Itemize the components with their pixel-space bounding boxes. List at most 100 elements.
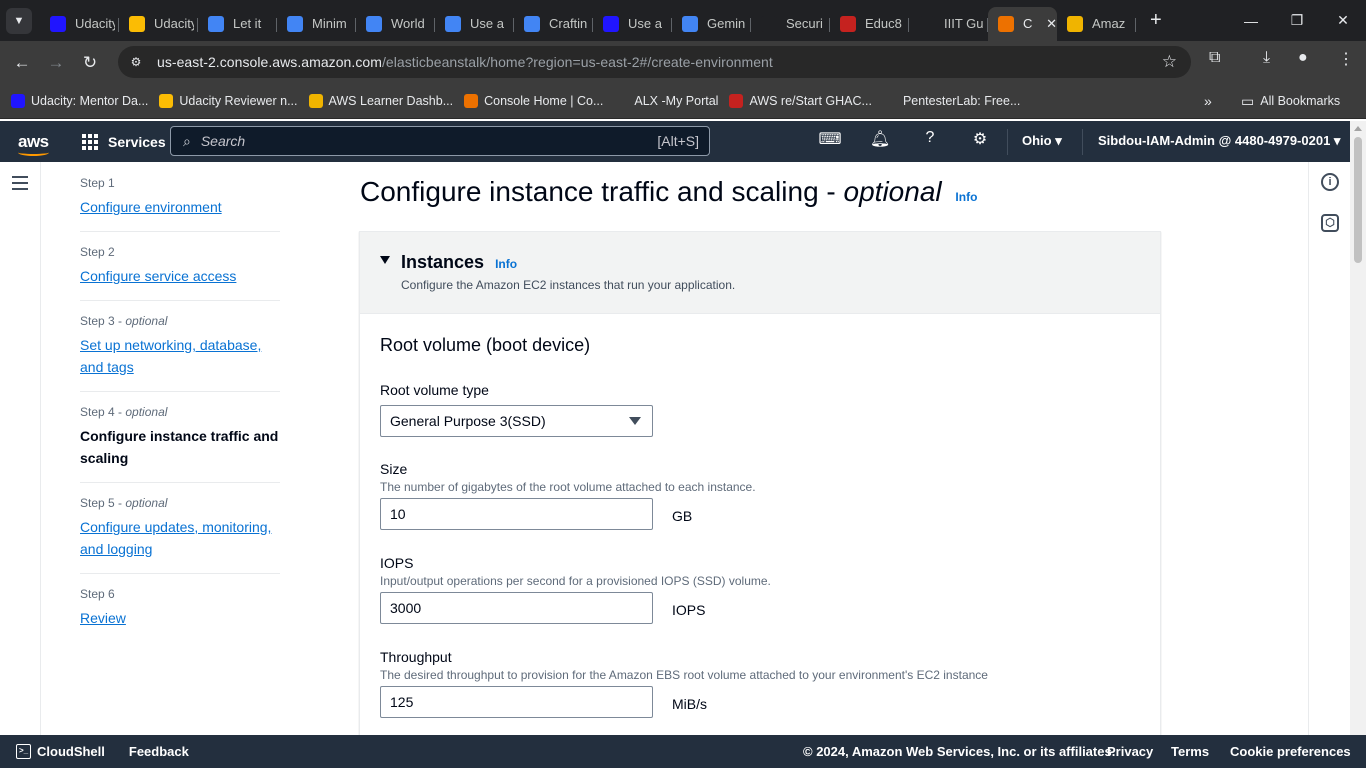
browser-tab[interactable]: Udacity	[40, 7, 119, 41]
close-tab-icon[interactable]: ✕	[1046, 16, 1057, 32]
account-menu[interactable]: Sibdou-IAM-Admin @ 4480-4979-0201 ▾	[1098, 133, 1340, 149]
bookmark-item[interactable]: AWS Learner Dashb...	[308, 94, 453, 108]
settings-gear-icon[interactable]: ⚙	[968, 129, 992, 149]
bookmark-item[interactable]: Console Home | Co...	[464, 94, 603, 108]
services-label: Services	[108, 133, 166, 150]
size-field: Size The number of gigabytes of the root…	[380, 461, 756, 530]
bookmark-star-icon[interactable]: ☆	[1162, 52, 1177, 72]
browser-tab[interactable]: C ✕	[988, 6, 1057, 41]
notifications-bell-icon[interactable]: 🔔︎	[868, 129, 892, 149]
browser-menu-icon[interactable]: ⋮	[1338, 49, 1354, 69]
tutorial-icon[interactable]: ⬡	[1321, 214, 1339, 232]
browser-tab[interactable]: World	[356, 7, 435, 41]
minimize-window-button[interactable]: —	[1228, 0, 1274, 41]
bookmark-label: PentesterLab: Free...	[902, 94, 1021, 108]
tab-title: Gemin	[707, 16, 746, 31]
aws-console-icon	[464, 94, 479, 108]
tab-title: Educ8	[865, 16, 902, 31]
new-tab-button[interactable]: +	[1150, 9, 1162, 32]
back-button[interactable]: ←	[5, 53, 39, 73]
reload-button[interactable]: ↻	[73, 53, 107, 73]
cloudshell-icon[interactable]: ⌨	[818, 129, 842, 149]
browser-tab[interactable]: Educ8	[830, 7, 909, 41]
educ8-icon	[840, 15, 856, 32]
hamburger-menu-icon[interactable]	[12, 176, 28, 194]
more-bookmarks-icon[interactable]: »	[1204, 93, 1212, 109]
browser-tab[interactable]: Minim	[277, 7, 356, 41]
site-info-icon[interactable]: ⚙	[125, 51, 147, 73]
iops-input[interactable]: 3000	[380, 592, 653, 624]
bookmark-item[interactable]: PentesterLab: Free...	[882, 94, 1021, 108]
header-divider	[1082, 129, 1083, 155]
size-input[interactable]: 10	[380, 498, 653, 530]
bookmark-item[interactable]: Udacity Reviewer n...	[159, 94, 298, 108]
cloudshell-button[interactable]: >_ CloudShell	[16, 744, 105, 759]
console-search-input[interactable]: ⌕ Search [Alt+S]	[170, 126, 710, 156]
step-number-text: Step 2	[80, 245, 115, 259]
size-description: The number of gigabytes of the root volu…	[380, 480, 756, 494]
bookmark-item[interactable]: ALX -My Portal	[614, 94, 718, 108]
close-window-button[interactable]: ✕	[1320, 0, 1366, 41]
help-icon[interactable]: ?	[918, 129, 942, 147]
step-link[interactable]: Review	[80, 607, 280, 629]
search-shortcut: [Alt+S]	[657, 133, 699, 149]
step-link[interactable]: Configure updates, monitoring, and loggi…	[80, 516, 280, 560]
instances-info-link[interactable]: Info	[495, 257, 517, 271]
forward-button[interactable]: →	[39, 53, 73, 73]
region-label: Ohio	[1022, 133, 1052, 148]
root-volume-type-label: Root volume type	[380, 382, 489, 398]
terms-link[interactable]: Terms	[1171, 744, 1209, 759]
root-volume-type-select[interactable]: General Purpose 3(SSD)	[380, 405, 653, 437]
step-optional-tag: optional	[125, 496, 168, 510]
instances-title-text: Instances	[401, 252, 485, 272]
browser-tab[interactable]: Use a	[435, 7, 514, 41]
extensions-icon[interactable]: ⧉	[1209, 49, 1220, 67]
profile-avatar[interactable]: ●	[1298, 49, 1308, 67]
instances-panel-header[interactable]: Instances Info Configure the Amazon EC2 …	[360, 232, 1160, 314]
browser-tab[interactable]: Gemin	[672, 7, 751, 41]
aws-console-icon	[998, 15, 1014, 32]
info-panel-icon[interactable]: i	[1321, 173, 1339, 191]
browser-tab[interactable]: Udacity	[119, 7, 198, 41]
feedback-link[interactable]: Feedback	[129, 744, 189, 759]
browser-tab[interactable]: Use a	[593, 7, 672, 41]
browser-tab[interactable]: IIIT Gu	[909, 7, 988, 41]
services-menu-button[interactable]: Services	[82, 133, 166, 150]
throughput-input[interactable]: 125	[380, 686, 653, 718]
iops-unit: IOPS	[672, 602, 706, 618]
openai-icon	[761, 15, 777, 32]
bookmark-item[interactable]: Udacity: Mentor Da...	[11, 94, 148, 108]
browser-toolbar: ← → ↻ ⚙ us-east-2.console.aws.amazon.com…	[0, 41, 1366, 84]
bookmark-list: Udacity: Mentor Da... Udacity Reviewer n.…	[0, 94, 1020, 108]
step-number-text: Step 6	[80, 587, 115, 601]
scrollbar-thumb[interactable]	[1354, 137, 1362, 263]
tab-title: Use a	[628, 16, 662, 31]
scroll-up-icon[interactable]	[1354, 126, 1362, 131]
browser-tab[interactable]: Let it	[198, 7, 277, 41]
expand-caret-icon[interactable]	[380, 256, 390, 264]
cookie-preferences-link[interactable]: Cookie preferences	[1230, 744, 1351, 759]
step-link[interactable]: Set up networking, database, and tags	[80, 334, 280, 378]
page-scrollbar[interactable]	[1350, 121, 1366, 735]
google-docs-icon	[287, 15, 303, 32]
privacy-link[interactable]: Privacy	[1107, 744, 1153, 759]
region-selector[interactable]: Ohio ▾	[1022, 133, 1062, 149]
tab-search-button[interactable]: ▼	[6, 7, 32, 34]
restore-window-button[interactable]: ❐	[1274, 0, 1320, 41]
wizard-step: Step 2 Configure service access	[80, 232, 280, 301]
bookmark-item[interactable]: AWS re/Start GHAC...	[729, 94, 872, 108]
alx-icon	[614, 94, 629, 108]
tools-rail: i ⬡	[1308, 162, 1350, 735]
browser-tab[interactable]: Craftin	[514, 7, 593, 41]
page-info-link[interactable]: Info	[955, 190, 977, 204]
downloads-icon[interactable]: ⤓	[1263, 49, 1270, 67]
address-bar[interactable]: ⚙ us-east-2.console.aws.amazon.com/elast…	[118, 46, 1191, 78]
browser-tab[interactable]: Securi	[751, 7, 830, 41]
browser-tab[interactable]: Amaz	[1057, 7, 1136, 41]
all-bookmarks-button[interactable]: ▭ All Bookmarks	[1241, 93, 1340, 110]
step-link[interactable]: Configure environment	[80, 196, 280, 218]
openai-icon	[919, 15, 935, 32]
throughput-value: 125	[390, 694, 414, 710]
aws-logo[interactable]: aws	[18, 132, 50, 156]
step-link[interactable]: Configure service access	[80, 265, 280, 287]
